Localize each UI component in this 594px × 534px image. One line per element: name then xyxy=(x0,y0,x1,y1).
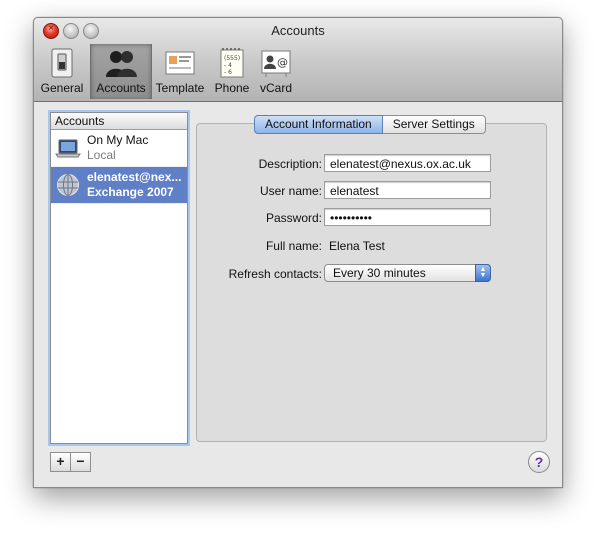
accounts-window: × Accounts General Accounts Template (55… xyxy=(33,17,563,488)
username-row: User name: elenatest xyxy=(196,181,545,201)
username-label: User name: xyxy=(259,184,322,198)
remove-account-button[interactable]: − xyxy=(70,452,91,472)
accounts-list-header: Accounts xyxy=(51,113,187,130)
toolbar-vcard-label: vCard xyxy=(259,81,292,95)
refresh-contacts-value: Every 30 minutes xyxy=(333,266,426,280)
add-account-button[interactable]: + xyxy=(50,452,71,472)
description-label: Description: xyxy=(258,157,322,171)
laptop-icon xyxy=(55,139,81,158)
fullname-row: Full name: Elena Test xyxy=(196,236,545,256)
password-field[interactable]: •••••••••• xyxy=(324,208,491,226)
toolbar-phone[interactable]: (555) - 4 - 6 Phone xyxy=(210,44,254,99)
account-name: elenatest@nex... xyxy=(87,170,182,184)
account-type: Exchange 2007 xyxy=(87,185,174,199)
titlebar: × Accounts General Accounts Template (55… xyxy=(34,18,562,102)
account-item-exchange[interactable]: elenatest@nex... Exchange 2007 xyxy=(51,167,187,204)
window-title: Accounts xyxy=(271,23,325,38)
help-button[interactable]: ? xyxy=(528,451,550,473)
refresh-row: Refresh contacts: Every 30 minutes ▲ ▼ xyxy=(196,264,545,284)
toolbar-phone-label: Phone xyxy=(214,81,250,95)
svg-text:(555): (555) xyxy=(224,55,240,62)
chevron-up-down-icon: ▲ ▼ xyxy=(475,264,491,282)
notepad-phone-icon: (555) - 4 - 6 xyxy=(220,48,244,78)
description-row: Description: elenatest@nexus.ox.ac.uk xyxy=(196,154,545,174)
account-item-on-my-mac[interactable]: On My Mac Local xyxy=(51,130,187,167)
toolbar-general[interactable]: General xyxy=(38,44,86,99)
account-type: Local xyxy=(87,148,116,162)
settings-tabs: Account Information Server Settings xyxy=(254,115,486,134)
accounts-list: Accounts On My Mac Local elenatest@nex..… xyxy=(50,112,188,444)
svg-text:- 6: - 6 xyxy=(224,69,232,76)
toolbar-vcard[interactable]: @ vCard xyxy=(256,44,296,99)
refresh-label: Refresh contacts: xyxy=(228,267,322,281)
svg-text:- 4: - 4 xyxy=(224,62,232,69)
tab-server-settings[interactable]: Server Settings xyxy=(382,115,486,134)
description-field[interactable]: elenatest@nexus.ox.ac.uk xyxy=(324,154,491,172)
card-template-icon xyxy=(165,51,195,75)
people-icon xyxy=(106,51,137,77)
toolbar-accounts-label: Accounts xyxy=(96,81,146,95)
refresh-contacts-select[interactable]: Every 30 minutes ▲ ▼ xyxy=(324,264,491,282)
password-label: Password: xyxy=(265,211,322,225)
vcard-icon: @ xyxy=(261,50,291,77)
svg-text:@: @ xyxy=(277,56,288,69)
toolbar-template[interactable]: Template xyxy=(152,44,208,99)
toolbar-template-label: Template xyxy=(155,81,205,95)
toolbar-accounts[interactable]: Accounts xyxy=(90,44,152,99)
username-field[interactable]: elenatest xyxy=(324,181,491,199)
tab-account-information[interactable]: Account Information xyxy=(254,115,383,134)
switch-icon xyxy=(51,48,73,78)
fullname-value: Elena Test xyxy=(329,239,385,253)
fullname-label: Full name: xyxy=(265,239,322,253)
account-name: On My Mac xyxy=(87,133,149,147)
password-row: Password: •••••••••• xyxy=(196,208,545,228)
toolbar-general-label: General xyxy=(40,81,84,95)
globe-icon xyxy=(57,174,79,196)
